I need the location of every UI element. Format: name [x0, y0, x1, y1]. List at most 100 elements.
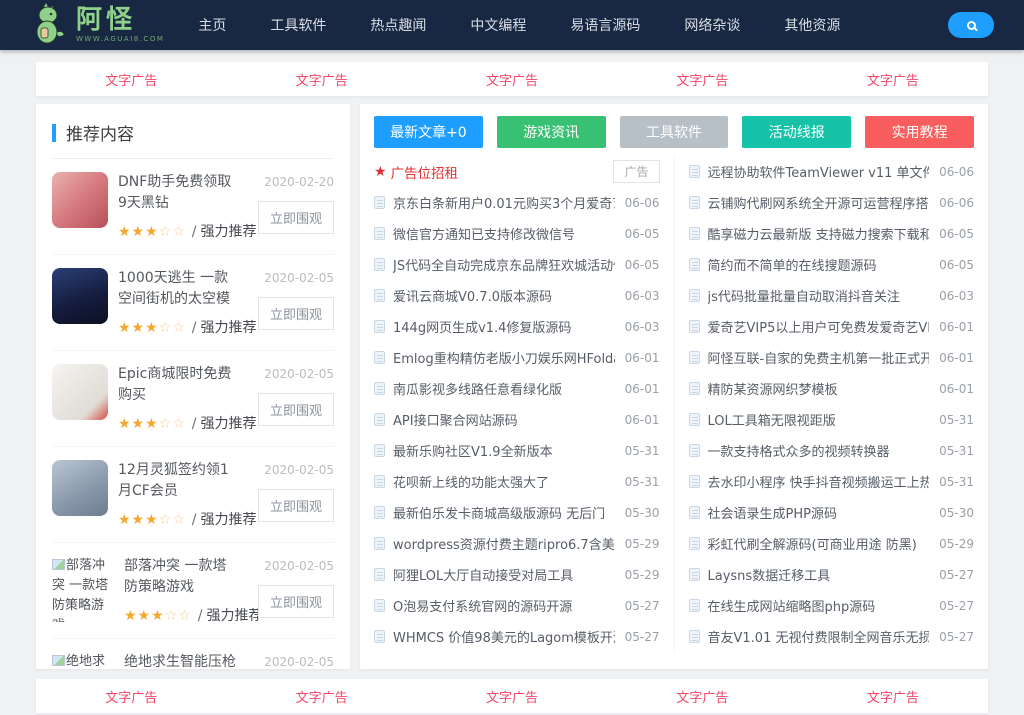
article-date: 05-29 [939, 537, 974, 551]
latest-articles-button[interactable]: 最新文章+0 [374, 116, 483, 148]
accent-bar [52, 124, 56, 142]
article-date: 05-27 [939, 568, 974, 582]
article-title[interactable]: 1000天逃生 一款空间街机的太空模拟经营游戏 [118, 268, 240, 310]
broken-image-thumbnail[interactable]: 绝地求生智能压枪芯片，稳定大号使用，永久免费 [52, 652, 114, 669]
article-link[interactable]: WHMCS 价值98美元的Lagom模板开源 [393, 627, 615, 646]
document-icon [689, 599, 700, 612]
article-link[interactable]: 酷享磁力云最新版 支持磁力搜索下载和一... [708, 224, 930, 243]
article-title[interactable]: 12月灵狐签约领1月CF会员 [118, 460, 240, 502]
article-link[interactable]: 微信官方通知已支持修改微信号 [393, 224, 615, 243]
view-now-button[interactable]: 立即围观 [258, 201, 334, 234]
nav-item-home[interactable]: 主页 [198, 15, 226, 35]
article-title[interactable]: DNF助手免费领取9天黑钻 [118, 172, 240, 214]
article-link[interactable]: 简约而不简单的在线搜题源码 [708, 255, 930, 274]
article-date: 05-30 [625, 506, 660, 520]
text-ad-link[interactable]: 文字广告 [607, 687, 797, 706]
nav-item-chinese-programming[interactable]: 中文编程 [470, 15, 526, 35]
article-link[interactable]: 爱讯云商城V0.7.0版本源码 [393, 286, 615, 305]
article-link[interactable]: 社会语录生成PHP源码 [708, 503, 930, 522]
recommended-item: 部落冲突 一款塔防策略游戏 部落冲突 一款塔防策略游戏 ★★★☆☆/强力推荐 2… [52, 543, 334, 639]
article-link[interactable]: Emlog重构精仿老版小刀娱乐网HFoldao模... [393, 348, 615, 367]
text-ad-link[interactable]: 文字广告 [36, 687, 226, 706]
document-icon [689, 227, 700, 240]
article-thumbnail[interactable] [52, 172, 108, 228]
article-thumbnail[interactable] [52, 268, 108, 324]
document-icon [689, 289, 700, 302]
article-link[interactable]: 花呗新上线的功能太强大了 [393, 472, 615, 491]
nav-item-network-talk[interactable]: 网络杂谈 [684, 15, 740, 35]
article-list-left-column: ★ 广告位招租 广告 京东白条新用户0.01元购买3个月爱奇艺黄...06-06… [374, 156, 660, 652]
article-row: Emlog重构精仿老版小刀娱乐网HFoldao模...06-01 [374, 342, 660, 373]
nav-item-tools[interactable]: 工具软件 [270, 15, 326, 35]
text-ad-link[interactable]: 文字广告 [607, 70, 797, 89]
view-now-button[interactable]: 立即围观 [258, 297, 334, 330]
article-link[interactable]: 南瓜影视多线路任意看绿化版 [393, 379, 615, 398]
text-ad-link[interactable]: 文字广告 [798, 687, 988, 706]
recommended-item: Epic商城限时免费购买《SUPERHOT》游戏 ★★★☆☆/强力推荐 2020… [52, 351, 334, 447]
article-link[interactable]: js代码批量批量自动取消抖音关注 [708, 286, 930, 305]
article-row: JS代码全自动完成京东品牌狂欢城活动任务06-05 [374, 249, 660, 280]
article-row: 南瓜影视多线路任意看绿化版06-01 [374, 373, 660, 404]
document-icon [374, 444, 385, 457]
text-ad-link[interactable]: 文字广告 [417, 70, 607, 89]
article-link[interactable]: 爱奇艺VIP5以上用户可免费发爱奇艺VIP红包 [708, 317, 930, 336]
bottom-text-ad-bar: 文字广告 文字广告 文字广告 文字广告 文字广告 [36, 679, 988, 713]
article-title[interactable]: 部落冲突 一款塔防策略游戏 [124, 556, 240, 598]
broken-image-thumbnail[interactable]: 部落冲突 一款塔防策略游戏 [52, 556, 114, 622]
document-icon [374, 289, 385, 302]
article-title[interactable]: Epic商城限时免费购买《SUPERHOT》游戏 [118, 364, 240, 406]
article-link[interactable]: 精防某资源网织梦模板 [708, 379, 930, 398]
document-icon [689, 537, 700, 550]
activity-alerts-button[interactable]: 活动线报 [742, 116, 851, 148]
practical-tutorials-button[interactable]: 实用教程 [865, 116, 974, 148]
view-now-button[interactable]: 立即围观 [258, 585, 334, 618]
ad-slot-label[interactable]: 广告位招租 [391, 162, 459, 182]
article-link[interactable]: 最新伯乐发卡商城高级版源码 无后门 [393, 503, 615, 522]
sidebar-header: 推荐内容 [52, 120, 334, 159]
search-button[interactable] [948, 12, 994, 38]
article-date: 05-27 [625, 599, 660, 613]
article-link[interactable]: 一款支持格式众多的视频转换器 [708, 441, 930, 460]
article-row: 社会语录生成PHP源码05-30 [689, 497, 975, 528]
article-date: 2020-02-05 [264, 559, 334, 573]
top-navbar: 阿怪 WWW.AGUAI8.COM 主页 工具软件 热点趣闻 中文编程 易语言源… [0, 0, 1024, 50]
recommended-item: 绝地求生智能压枪芯片，稳定大号使用，永久免费 绝地求生智能压枪芯片，稳定大号使用… [52, 639, 334, 669]
text-ad-link[interactable]: 文字广告 [226, 687, 416, 706]
nav-item-easy-language-source[interactable]: 易语言源码 [570, 15, 640, 35]
article-link[interactable]: 音友V1.01 无视付费限制全网音乐无损免费... [708, 627, 930, 646]
text-ad-link[interactable]: 文字广告 [417, 687, 607, 706]
article-link[interactable]: 阿怪互联-自家的免费主机第一批正式开启 [708, 348, 930, 367]
view-now-button[interactable]: 立即围观 [258, 489, 334, 522]
article-thumbnail[interactable] [52, 460, 108, 516]
article-link[interactable]: 彩虹代刷全解源码(可商业用途 防黑) [708, 534, 930, 553]
view-now-button[interactable]: 立即围观 [258, 393, 334, 426]
article-link[interactable]: wordpress资源付费主题ripro6.7含美化包... [393, 534, 615, 553]
text-ad-link[interactable]: 文字广告 [226, 70, 416, 89]
article-link[interactable]: LOL工具箱无限视距版 [708, 410, 930, 429]
document-icon [374, 537, 385, 550]
article-link[interactable]: 最新乐购社区V1.9全新版本 [393, 441, 615, 460]
article-link[interactable]: 阿狸LOL大厅自动接受对局工具 [393, 565, 615, 584]
article-link[interactable]: 去水印小程序 快手抖音视频搬运工上热门... [708, 472, 930, 491]
article-title[interactable]: 绝地求生智能压枪芯片，稳定大号使用，永久免费 [124, 652, 240, 669]
article-link[interactable]: 在线生成网站缩略图php源码 [708, 596, 930, 615]
article-link[interactable]: 云铺购代刷网系统全开源可运营程序搭建 [708, 193, 930, 212]
nav-item-hot-news[interactable]: 热点趣闻 [370, 15, 426, 35]
article-thumbnail[interactable] [52, 364, 108, 420]
article-link[interactable]: 京东白条新用户0.01元购买3个月爱奇艺黄... [393, 193, 615, 212]
recommend-label: 强力推荐 [200, 224, 256, 240]
tools-software-button[interactable]: 工具软件 [620, 116, 729, 148]
article-date: 06-01 [625, 413, 660, 427]
text-ad-link[interactable]: 文字广告 [36, 70, 226, 89]
star-rating-filled-icon: ★★★ [118, 320, 159, 336]
text-ad-link[interactable]: 文字广告 [798, 70, 988, 89]
site-logo[interactable]: 阿怪 WWW.AGUAI8.COM [30, 2, 164, 48]
game-news-button[interactable]: 游戏资讯 [497, 116, 606, 148]
article-link[interactable]: API接口聚合网站源码 [393, 410, 615, 429]
article-link[interactable]: JS代码全自动完成京东品牌狂欢城活动任务 [393, 255, 615, 274]
article-link[interactable]: 144g网页生成v1.4修复版源码 [393, 317, 615, 336]
article-link[interactable]: O泡易支付系统官网的源码开源 [393, 596, 615, 615]
nav-item-other-resources[interactable]: 其他资源 [784, 15, 840, 35]
article-link[interactable]: Laysns数据迁移工具 [708, 565, 930, 584]
article-link[interactable]: 远程协助软件TeamViewer v11 单文件版 [708, 162, 930, 181]
